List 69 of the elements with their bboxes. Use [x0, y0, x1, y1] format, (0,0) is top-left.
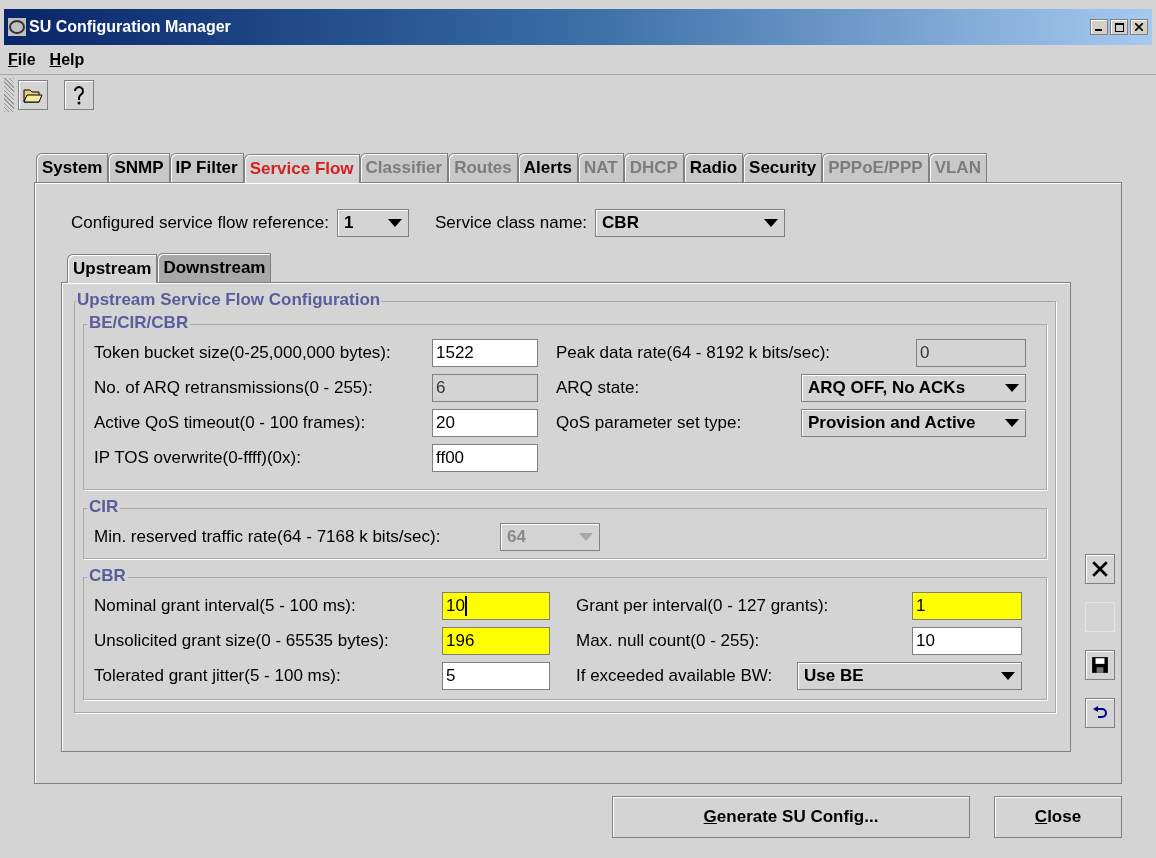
dropdown-arrow-icon	[387, 219, 402, 227]
dropdown-arrow-icon	[1005, 418, 1019, 427]
dropdown[interactable]: Use BE	[797, 661, 1022, 690]
tab[interactable]: Service Flow	[243, 154, 360, 183]
dropdown[interactable]: 1	[336, 209, 409, 237]
input-field[interactable]: 1522	[432, 338, 538, 367]
dropdown-arrow-icon	[764, 219, 779, 227]
tab[interactable]: SNMP	[108, 153, 170, 182]
dropdown[interactable]: ARQ OFF, No ACKs	[801, 373, 1026, 402]
menu-item[interactable]: Help	[49, 47, 85, 72]
dropdown[interactable]: CBR	[595, 209, 786, 237]
close-icon	[1091, 560, 1109, 578]
input-field[interactable]: 10	[912, 626, 1022, 655]
close-icon	[1135, 23, 1143, 31]
tab[interactable]: Alerts	[517, 153, 578, 182]
input-field[interactable]: 196	[442, 626, 550, 655]
field-label: ARQ state:	[556, 376, 640, 399]
open-button[interactable]	[18, 80, 48, 110]
save-button[interactable]	[1085, 650, 1115, 680]
maximize-icon	[1114, 22, 1124, 32]
delete-button[interactable]	[1085, 554, 1115, 584]
question-mark-icon	[73, 85, 85, 105]
field-label: Nominal grant interval(5 - 100 ms):	[94, 594, 357, 617]
field-label: Grant per interval(0 - 127 grants):	[576, 594, 829, 617]
minimize-button[interactable]	[1090, 19, 1108, 35]
tab[interactable]: System	[36, 153, 109, 182]
maximize-button[interactable]	[1110, 19, 1128, 35]
field-label: Active QoS timeout(0 - 100 frames):	[94, 411, 367, 434]
toolbar-grip	[4, 78, 14, 112]
field-label: Tolerated grant jitter(5 - 100 ms):	[94, 664, 342, 687]
field-label: Configured service flow reference:	[71, 212, 329, 235]
undo-button[interactable]	[1085, 698, 1115, 728]
field-label: Peak data rate(64 - 8192 k bits/sec):	[556, 341, 831, 364]
field-label: Service class name:	[434, 212, 588, 235]
input-field[interactable]: ff00	[432, 443, 538, 472]
field-label: No. of ARQ retransmissions(0 - 255):	[94, 376, 374, 399]
dropdown-arrow-icon	[1005, 383, 1019, 392]
window-title: SU Configuration Manager	[29, 17, 231, 37]
tab[interactable]: IP Filter	[169, 153, 244, 182]
tab[interactable]: Upstream	[67, 254, 158, 283]
field-label: Max. null count(0 - 255):	[576, 629, 760, 652]
undo-icon	[1092, 706, 1108, 720]
field-label: IP TOS overwrite(0-ffff)(0x):	[94, 446, 302, 469]
close-button[interactable]	[1130, 19, 1148, 35]
folder-icon	[23, 87, 43, 103]
dropdown[interactable]: Provision and Active	[801, 408, 1026, 437]
field-label: Token bucket size(0-25,000,000 bytes):	[94, 341, 392, 364]
input-field[interactable]: 20	[432, 408, 538, 437]
field-label: Unsolicited grant size(0 - 65535 bytes):	[94, 629, 390, 652]
dropdown-arrow-icon	[579, 532, 593, 541]
dropdown-arrow-icon	[1001, 671, 1015, 680]
input-field[interactable]: 10	[442, 591, 550, 620]
group-title: Upstream Service Flow Configuration	[76, 291, 382, 309]
text-cursor	[464, 595, 467, 616]
app-logo-icon	[8, 18, 26, 36]
help-button[interactable]	[64, 80, 94, 110]
tab[interactable]: Security	[743, 153, 823, 182]
close-button[interactable]: Close	[994, 796, 1122, 838]
tab[interactable]: Downstream	[157, 253, 272, 282]
tab[interactable]: Radio	[683, 153, 744, 182]
generate-button[interactable]: Generate SU Config...	[612, 796, 970, 838]
input-field[interactable]: 0	[916, 338, 1026, 367]
input-field[interactable]: 1	[912, 591, 1022, 620]
field-label: If exceeded available BW:	[576, 664, 773, 687]
input-field[interactable]: 5	[442, 661, 550, 690]
input-field[interactable]: 6	[432, 373, 538, 402]
field-label: Min. reserved traffic rate(64 - 7168 k bits/sec):	[94, 525, 442, 548]
menu-item[interactable]: File	[8, 47, 36, 72]
field-label: QoS parameter set type:	[556, 411, 742, 434]
